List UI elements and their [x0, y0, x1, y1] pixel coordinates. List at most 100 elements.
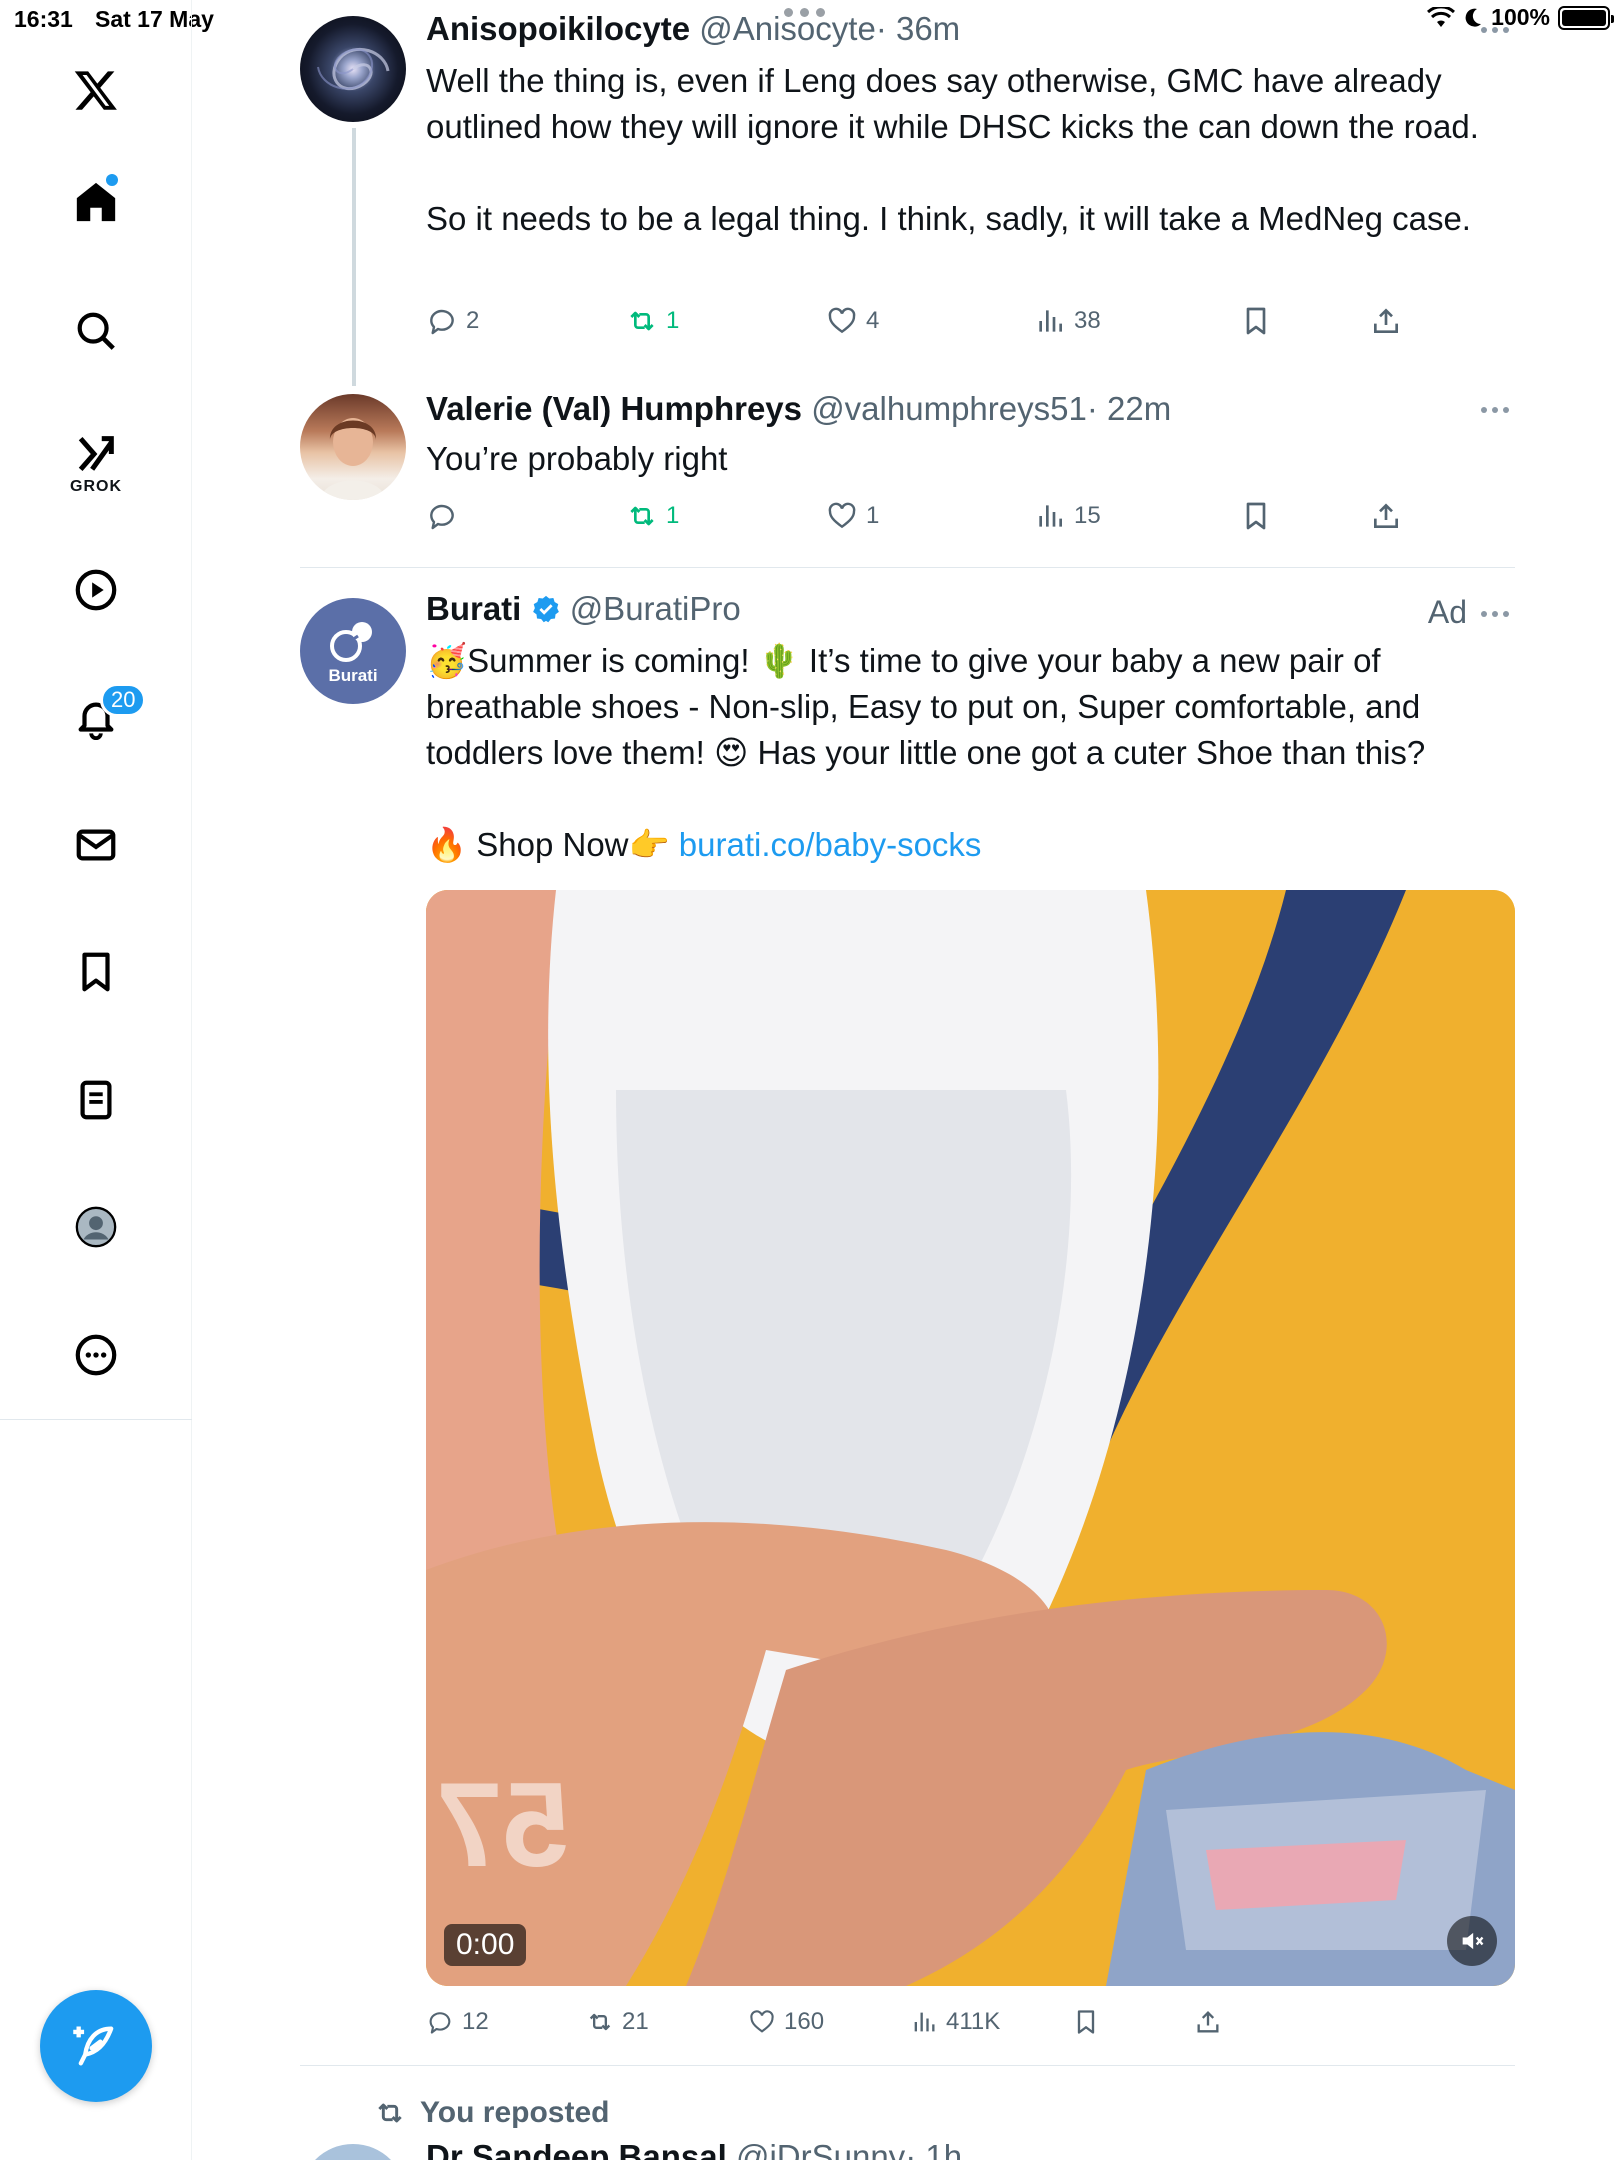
- messages-envelope-icon[interactable]: [66, 815, 126, 875]
- like-count: 1: [866, 502, 880, 529]
- tweet-text: Well the thing is, even if Leng does say…: [426, 62, 1479, 237]
- compose-post-button[interactable]: [40, 1990, 152, 2102]
- avatar-photo[interactable]: [300, 394, 406, 500]
- like-button[interactable]: 160: [748, 2008, 824, 2036]
- ad-label: Ad: [1427, 594, 1467, 630]
- more-options-icon[interactable]: [1481, 20, 1515, 40]
- view-count: 38: [1074, 307, 1101, 334]
- sidebar-divider: [0, 1419, 192, 1420]
- reply-icon: [430, 504, 454, 530]
- grok-icon[interactable]: [66, 424, 126, 484]
- tweet-header: Valerie (Val) Humphreys @valhumphreys51·…: [426, 390, 1171, 428]
- more-options-icon[interactable]: [1481, 604, 1515, 624]
- views-chart-icon: [1039, 310, 1062, 332]
- repost-icon: [378, 2103, 402, 2123]
- author-name[interactable]: Dr Sandeep Bansal: [426, 2138, 727, 2160]
- ad-video[interactable]: 57 0:00: [426, 890, 1515, 1986]
- more-options-circle-icon[interactable]: [66, 1325, 126, 1385]
- video-play-icon[interactable]: [66, 560, 126, 620]
- share-button[interactable]: [1370, 305, 1402, 337]
- video-frame-shoe: [426, 890, 1515, 1986]
- avatar-burati-logo[interactable]: Burati: [300, 598, 406, 704]
- profile-avatar-icon[interactable]: [66, 1197, 126, 1257]
- more-options-icon[interactable]: [1481, 400, 1515, 420]
- reply-button[interactable]: [426, 500, 458, 532]
- repost-icon: [630, 506, 654, 526]
- x-logo-icon[interactable]: [66, 60, 126, 120]
- lists-icon[interactable]: [66, 1070, 126, 1130]
- grok-label: GROK: [70, 478, 122, 495]
- video-overlay-number: 57: [436, 1758, 570, 1892]
- heart-icon: [828, 502, 856, 529]
- view-count: 411K: [946, 2008, 1001, 2035]
- author-name[interactable]: Anisopoikilocyte: [426, 10, 690, 47]
- repost-button[interactable]: 21: [586, 2008, 649, 2036]
- tweet-header: Anisopoikilocyte @Anisocyte· 36m: [426, 10, 960, 48]
- heart-icon: [828, 307, 856, 334]
- bookmark-button[interactable]: [1240, 500, 1272, 532]
- views-button[interactable]: 38: [1034, 305, 1101, 337]
- mute-speaker-icon[interactable]: [1447, 1916, 1497, 1966]
- tweet-divider: [300, 567, 1515, 568]
- heart-icon: [750, 2010, 774, 2033]
- author-handle[interactable]: @BuratiPro: [570, 590, 741, 627]
- tweet-header: Dr Sandeep Bansal @iDrSunny· 1h: [426, 2138, 962, 2160]
- avatar-photo[interactable]: [300, 2144, 406, 2160]
- video-timestamp: 0:00: [444, 1924, 527, 1966]
- tweet-header: Burati @BuratiPro: [426, 590, 741, 628]
- verified-badge-icon: [532, 595, 559, 623]
- share-icon: [1374, 308, 1398, 333]
- author-name[interactable]: Burati: [426, 590, 521, 627]
- repost-button[interactable]: 1: [626, 500, 679, 532]
- share-icon: [1197, 2011, 1219, 2033]
- like-count: 160: [784, 2008, 825, 2035]
- repost-button[interactable]: 1: [626, 305, 679, 337]
- repost-count: 1: [666, 307, 680, 334]
- share-button[interactable]: [1194, 2008, 1222, 2036]
- pacifier-icon: [330, 622, 372, 662]
- reply-count: 2: [466, 307, 480, 334]
- like-button[interactable]: 4: [826, 305, 879, 337]
- views-chart-icon: [914, 2012, 935, 2032]
- tweet-text: 🥳Summer is coming! 🌵 It’s time to give y…: [426, 638, 1516, 868]
- tweet-time[interactable]: · 22m: [1087, 390, 1171, 427]
- reply-icon: [429, 2012, 451, 2034]
- author-handle[interactable]: @valhumphreys51: [811, 390, 1087, 427]
- notifications-badge: 20: [100, 683, 147, 717]
- reply-button[interactable]: 2: [426, 305, 479, 337]
- author-handle[interactable]: @Anisocyte: [699, 10, 876, 47]
- search-icon[interactable]: [66, 301, 126, 361]
- views-chart-icon: [1039, 505, 1062, 527]
- repost-banner-text: You reposted: [420, 2096, 610, 2129]
- repost-count: 1: [666, 502, 680, 529]
- avatar-galaxy[interactable]: [300, 16, 406, 122]
- repost-icon: [630, 311, 654, 331]
- bookmarks-icon[interactable]: [66, 942, 126, 1002]
- reply-count: 12: [462, 2008, 489, 2035]
- tweet-time[interactable]: · 36m: [876, 10, 960, 47]
- bookmark-icon: [1077, 2010, 1095, 2034]
- reply-button[interactable]: 12: [426, 2008, 489, 2036]
- bookmark-button[interactable]: [1072, 2008, 1100, 2036]
- like-button[interactable]: 1: [826, 500, 879, 532]
- reply-icon: [430, 309, 454, 335]
- author-handle[interactable]: @iDrSunny: [736, 2138, 905, 2160]
- ad-link[interactable]: burati.co/baby-socks: [679, 826, 982, 863]
- views-button[interactable]: 411K: [910, 2008, 1000, 2036]
- share-button[interactable]: [1370, 500, 1402, 532]
- tweet-divider: [300, 2065, 1515, 2066]
- ad-shop-text: 🔥 Shop Now👉: [426, 826, 679, 863]
- thread-line: [352, 128, 356, 386]
- views-button[interactable]: 15: [1034, 500, 1101, 532]
- tweet-time[interactable]: · 1h: [905, 2138, 962, 2160]
- author-name[interactable]: Valerie (Val) Humphreys: [426, 390, 802, 427]
- ad-body-text: 🥳Summer is coming! 🌵 It’s time to give y…: [426, 642, 1430, 771]
- home-unread-dot: [106, 174, 118, 186]
- bookmark-button[interactable]: [1240, 305, 1272, 337]
- view-count: 15: [1074, 502, 1101, 529]
- tweet-text: You’re probably right: [426, 440, 728, 477]
- like-count: 4: [866, 307, 880, 334]
- feather-plus-icon: [73, 2026, 114, 2066]
- status-right: 100%: [1427, 4, 1614, 31]
- share-icon: [1374, 503, 1398, 528]
